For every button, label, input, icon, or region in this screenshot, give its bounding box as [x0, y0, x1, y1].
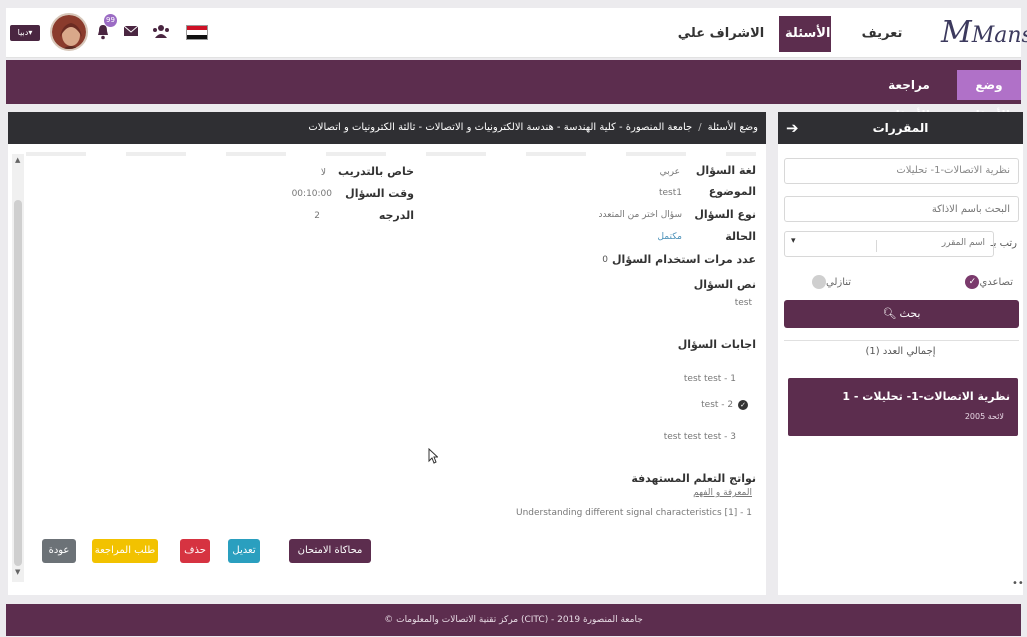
- breadcrumb-root[interactable]: وضع الأسئلة: [708, 122, 758, 133]
- question-type-value: سؤال اختر من المتعدد: [598, 210, 682, 220]
- answer-item-correct: test - 2 ✓: [701, 400, 748, 410]
- scroll-up-icon[interactable]: ▲: [15, 156, 20, 164]
- question-details-panel: وضع الأسئلة/جامعة المنصورة - كلية الهندس…: [8, 112, 766, 595]
- scroll-down-icon[interactable]: ▼: [15, 568, 20, 576]
- divider: [784, 340, 1019, 341]
- courses-panel-title: المقررات: [872, 121, 929, 135]
- order-descending-radio[interactable]: تنازلي: [808, 275, 851, 289]
- topic-value: test1: [658, 188, 682, 198]
- arrow-right-icon[interactable]: ➔: [786, 112, 799, 144]
- status-value: مكتمل: [657, 232, 682, 242]
- chevron-down-icon: ▾: [791, 236, 796, 246]
- sort-label: رتب بـ: [990, 238, 1017, 249]
- usage-count-label: عدد مرات استخدام السؤال: [612, 253, 756, 266]
- order-ascending-radio[interactable]: ✓ تصاعدي: [961, 275, 1013, 289]
- flag-icon[interactable]: [186, 25, 208, 40]
- status-label: الحالة: [725, 230, 756, 243]
- answer-item: test test - 1: [683, 374, 736, 384]
- course-result-subtitle: لائحة 2005: [964, 412, 1004, 421]
- search-button[interactable]: 🔍︎ بحث: [784, 300, 1019, 328]
- course-result-title: 1 - نظرية الاتصالات-1- تحليلات: [842, 390, 1010, 403]
- course-field[interactable]: نظرية الاتصالات-1- تحليلات: [784, 158, 1019, 184]
- sort-select[interactable]: اسم المقرر ▾: [784, 231, 994, 257]
- course-result-item[interactable]: 1 - نظرية الاتصالات-1- تحليلات لائحة 200…: [788, 378, 1018, 436]
- scrollbar[interactable]: ▲ ▼: [12, 154, 24, 582]
- scroll-thumb[interactable]: [14, 200, 22, 566]
- total-count: إجمالي العدد (1): [865, 346, 936, 357]
- language-button[interactable]: دبيا▾: [10, 25, 40, 41]
- training-value: لا: [320, 168, 326, 178]
- learning-outcome-item: Understanding different signal character…: [516, 508, 752, 518]
- courses-panel: المقررات ➔ نظرية الاتصالات-1- تحليلات رت…: [778, 112, 1023, 595]
- topic-label: الموضوع: [708, 185, 756, 198]
- nav-tab-questions[interactable]: الأسئلة: [779, 16, 831, 52]
- tab-set-questions[interactable]: وضع الأسئلة: [957, 70, 1021, 122]
- sort-select-value: اسم المقرر: [941, 238, 985, 248]
- users-icon[interactable]: [152, 24, 170, 42]
- footer: © مركز تقنية الاتصالات والمعلومات (CITC)…: [6, 604, 1021, 636]
- notification-badge: 99: [104, 14, 117, 27]
- search-icon: 🔍︎: [882, 308, 897, 320]
- top-header: MMans تعريف المقررات الأسئلة الاشراف علي…: [6, 8, 1027, 77]
- check-circle-icon: ✓: [738, 400, 748, 410]
- mail-icon[interactable]: [122, 24, 140, 42]
- courses-panel-header: المقررات ➔: [778, 112, 1023, 144]
- answers-label: اجابات السؤال: [677, 338, 756, 351]
- learning-outcomes-domain[interactable]: المعرفة و الفهم: [693, 488, 752, 498]
- learning-outcomes-label: نواتج التعلم المستهدفة: [631, 472, 756, 485]
- question-text-label: نص السؤال: [693, 278, 756, 291]
- delete-button[interactable]: حذف: [180, 539, 210, 563]
- nav-tab-courses[interactable]: تعريف المقررات: [833, 16, 931, 77]
- radio-checked-icon: ✓: [965, 275, 980, 289]
- answer-item: test test test - 3: [663, 432, 736, 442]
- grade-label: الدرجه: [378, 209, 414, 222]
- sub-navigation: وضع الأسئلة مراجعة الأسئلة: [6, 60, 1021, 122]
- back-button[interactable]: عودة: [42, 539, 76, 563]
- question-language-label: لغة السؤال: [695, 164, 756, 177]
- mouse-cursor-icon: [428, 447, 439, 468]
- avatar[interactable]: [50, 13, 88, 51]
- question-language-value: عربي: [659, 167, 680, 177]
- logo[interactable]: MMans: [941, 16, 1027, 50]
- breadcrumb-path: جامعة المنصورة - كلية الهندسة - هندسة ال…: [308, 122, 693, 133]
- nav-tab-supervision[interactable]: الاشراف علي النظام: [665, 16, 777, 77]
- edit-button[interactable]: تعديل: [228, 539, 260, 563]
- question-time-label: وقت السؤال: [345, 187, 414, 200]
- question-text-value: test: [734, 298, 752, 308]
- question-type-label: نوع السؤال: [694, 208, 756, 221]
- grade-value: 2: [314, 211, 320, 221]
- more-indicator: ••: [1012, 578, 1024, 589]
- breadcrumb: وضع الأسئلة/جامعة المنصورة - كلية الهندس…: [8, 112, 766, 144]
- request-review-button[interactable]: طلب المراجعة: [92, 539, 158, 563]
- tab-review-questions[interactable]: مراجعة الأسئلة: [867, 70, 951, 122]
- question-time-value: 00:10:00: [291, 189, 332, 199]
- training-label: خاص بالتدريب: [337, 165, 414, 178]
- radio-unchecked-icon: [812, 275, 826, 289]
- teacher-search-input[interactable]: [784, 196, 1019, 222]
- simulate-exam-button[interactable]: محاكاة الامتحان: [289, 539, 371, 563]
- usage-count-value: 0: [602, 255, 608, 265]
